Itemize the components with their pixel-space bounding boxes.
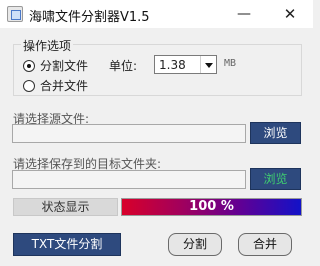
- title-bar: 海啸文件分割器V1.5 — ✕: [0, 0, 313, 28]
- status-label: 状态显示: [13, 198, 118, 216]
- operation-options-title: 操作选项: [21, 37, 74, 54]
- target-folder-input[interactable]: [12, 170, 246, 189]
- chevron-down-icon[interactable]: [200, 56, 216, 73]
- window-title: 海啸文件分割器V1.5: [29, 10, 150, 25]
- radio-unchecked-icon[interactable]: [23, 79, 35, 92]
- unit-size-select[interactable]: 1.38: [154, 55, 217, 74]
- minimize-button[interactable]: —: [221, 0, 267, 28]
- merge-file-radio[interactable]: 合并文件: [23, 77, 88, 94]
- radio-checked-icon[interactable]: [23, 59, 35, 72]
- progress-text: 100 %: [189, 199, 234, 214]
- target-browse-button[interactable]: 浏览: [250, 168, 301, 190]
- unit-suffix: MB: [224, 58, 237, 69]
- source-file-input[interactable]: [12, 124, 246, 143]
- split-file-label: 分割文件: [40, 59, 89, 73]
- unit-size-value: 1.38: [159, 58, 186, 72]
- close-button[interactable]: ✕: [267, 0, 313, 28]
- split-file-radio[interactable]: 分割文件: [23, 57, 88, 74]
- source-browse-button[interactable]: 浏览: [250, 122, 301, 144]
- split-button[interactable]: 分割: [168, 233, 222, 256]
- unit-label: 单位:: [109, 59, 138, 73]
- merge-button[interactable]: 合并: [238, 233, 292, 256]
- txt-split-button[interactable]: TXT文件分割: [13, 233, 121, 256]
- progress-bar: 100 %: [121, 198, 302, 216]
- app-icon: [7, 6, 23, 22]
- merge-file-label: 合并文件: [40, 79, 89, 93]
